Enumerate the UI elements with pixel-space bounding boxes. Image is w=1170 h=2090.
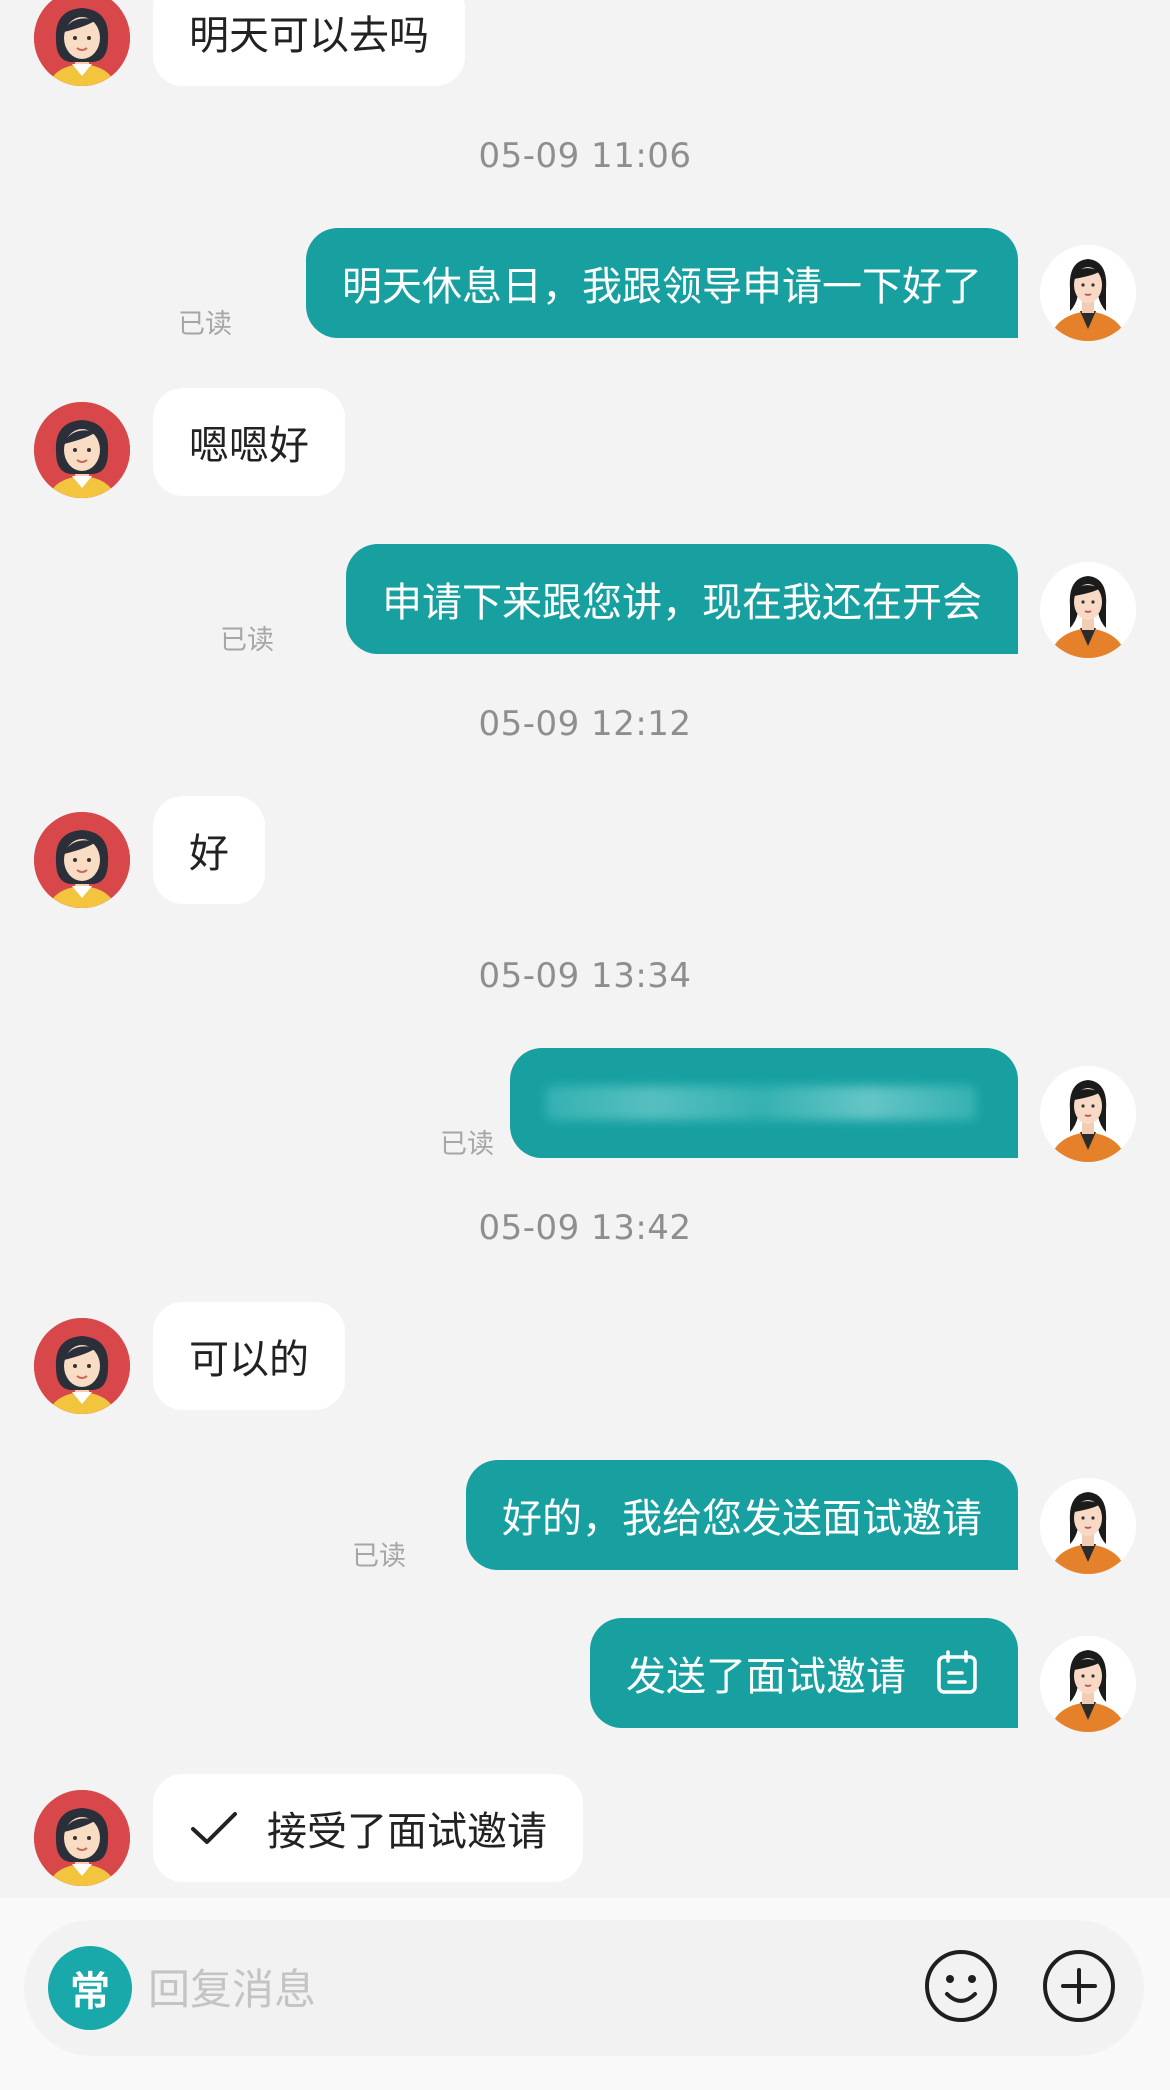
timestamp-divider: 05-09 13:34 bbox=[478, 956, 692, 996]
invitation-accepted-card[interactable]: 接受了面试邀请 bbox=[153, 1774, 583, 1882]
incoming-message-bubble[interactable]: 嗯嗯好 bbox=[153, 388, 345, 496]
message-text: 好的，我给您发送面试邀请 bbox=[502, 1496, 982, 1542]
outgoing-message-bubble[interactable]: 申请下来跟您讲，现在我还在开会 bbox=[346, 544, 1018, 654]
timestamp-divider: 05-09 11:06 bbox=[478, 136, 692, 176]
message-text: 嗯嗯好 bbox=[189, 423, 309, 469]
outgoing-message-bubble[interactable] bbox=[510, 1048, 1018, 1158]
incoming-message-bubble[interactable]: 好 bbox=[153, 796, 265, 904]
reply-input-container[interactable]: 常 bbox=[24, 1920, 1144, 2056]
outgoing-message-bubble[interactable]: 明天休息日，我跟领导申请一下好了 bbox=[306, 228, 1018, 338]
interview-invitation-card[interactable]: 发送了面试邀请 bbox=[590, 1618, 1018, 1728]
message-text: 申请下来跟您讲，现在我还在开会 bbox=[382, 580, 982, 626]
timestamp-divider: 05-09 12:12 bbox=[478, 704, 692, 744]
calendar-icon bbox=[932, 1648, 982, 1698]
emoji-button[interactable] bbox=[920, 1947, 1002, 2029]
message-composer: 常 bbox=[0, 1898, 1170, 2090]
my-avatar[interactable] bbox=[1040, 562, 1136, 658]
reply-input[interactable] bbox=[146, 1950, 790, 2028]
outgoing-message-bubble[interactable]: 好的，我给您发送面试邀请 bbox=[466, 1460, 1018, 1570]
incoming-message-bubble[interactable]: 可以的 bbox=[153, 1302, 345, 1410]
contact-avatar[interactable] bbox=[34, 0, 130, 86]
contact-avatar[interactable] bbox=[34, 812, 130, 908]
my-avatar[interactable] bbox=[1040, 1636, 1136, 1732]
contact-avatar[interactable] bbox=[34, 1318, 130, 1414]
message-text: 接受了面试邀请 bbox=[267, 1809, 547, 1855]
redacted-message-text bbox=[546, 1086, 976, 1120]
contact-avatar[interactable] bbox=[34, 1790, 130, 1886]
my-avatar[interactable] bbox=[1040, 1478, 1136, 1574]
contact-avatar[interactable] bbox=[34, 402, 130, 498]
read-status: 已读 bbox=[220, 625, 274, 656]
more-actions-button[interactable] bbox=[1038, 1947, 1120, 2029]
plus-icon bbox=[1041, 1948, 1117, 2028]
message-text: 可以的 bbox=[189, 1337, 309, 1383]
message-text: 明天可以去吗 bbox=[189, 13, 429, 59]
timestamp-divider: 05-09 13:42 bbox=[478, 1208, 692, 1248]
message-text: 发送了面试邀请 bbox=[626, 1654, 906, 1700]
read-status: 已读 bbox=[178, 309, 232, 340]
chat-message-list[interactable]: 明天可以去吗 05-09 11:06 已读 明天休息日，我跟领导申请一下好了 嗯… bbox=[0, 0, 1170, 1900]
my-avatar[interactable] bbox=[1040, 1066, 1136, 1162]
quick-reply-badge[interactable]: 常 bbox=[48, 1946, 132, 2030]
check-icon bbox=[189, 1808, 239, 1848]
emoji-icon bbox=[923, 1948, 999, 2028]
message-text: 明天休息日，我跟领导申请一下好了 bbox=[342, 264, 982, 310]
read-status: 已读 bbox=[352, 1541, 406, 1572]
read-status: 已读 bbox=[440, 1129, 494, 1160]
my-avatar[interactable] bbox=[1040, 245, 1136, 341]
incoming-message-bubble[interactable]: 明天可以去吗 bbox=[153, 0, 465, 86]
message-text: 好 bbox=[189, 831, 229, 877]
